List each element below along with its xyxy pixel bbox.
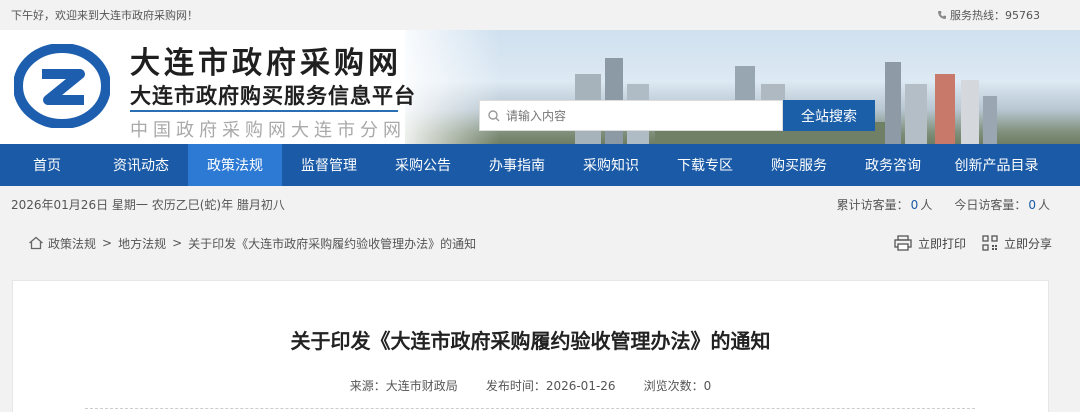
nav-item-guide[interactable]: 办事指南 (470, 144, 564, 186)
breadcrumb-item-policy[interactable]: 政策法规 (48, 235, 96, 252)
home-icon[interactable] (28, 236, 44, 250)
site-header: 大连市政府采购网 大连市政府购买服务信息平台 中国政府采购网大连市分网 全站搜索 (0, 30, 1080, 144)
site-subtitle: 大连市政府购买服务信息平台 (130, 84, 416, 108)
article-views: 浏览次数：0 (643, 379, 712, 393)
nav-item-supervision[interactable]: 监督管理 (282, 144, 376, 186)
hotline-text: 服务热线：95763 (950, 9, 1040, 22)
search-box (479, 100, 783, 131)
nav-item-policy[interactable]: 政策法规 (188, 144, 282, 186)
site-tagline: 中国政府采购网大连市分网 (130, 120, 406, 141)
share-button[interactable]: 立即分享 (982, 235, 1052, 252)
article-title: 关于印发《大连市政府采购履约验收管理办法》的通知 (290, 329, 771, 353)
search-input[interactable] (506, 108, 766, 123)
article-panel: 关于印发《大连市政府采购履约验收管理办法》的通知 来源：大连市财政局 发布时间：… (12, 280, 1049, 412)
print-button[interactable]: 立即打印 (894, 235, 966, 252)
nav-item-home[interactable]: 首页 (0, 144, 94, 186)
breadcrumb-bar: 政策法规 > 地方法规 > 关于印发《大连市政府采购履约验收管理办法》的通知 立… (28, 222, 1052, 264)
today-visitors: 今日访客量： 0 人 (954, 197, 1050, 212)
breadcrumb-item-local[interactable]: 地方法规 (118, 235, 166, 252)
nav-item-announcements[interactable]: 采购公告 (376, 144, 470, 186)
search-button[interactable]: 全站搜索 (783, 100, 875, 131)
article-meta: 来源：大连市财政局 发布时间：2026-01-26 浏览次数：0 (13, 377, 1048, 394)
nav-item-consult[interactable]: 政务咨询 (846, 144, 940, 186)
nav-item-downloads[interactable]: 下载专区 (658, 144, 752, 186)
breadcrumb-item-current: 关于印发《大连市政府采购履约验收管理办法》的通知 (188, 236, 477, 251)
greeting-text: 下午好，欢迎来到大连市政府采购网！ (11, 9, 198, 22)
current-date: 2026年01月26日 星期一 农历乙巳(蛇)年 腊月初八 (11, 197, 285, 212)
article-date: 发布时间：2026-01-26 (485, 379, 616, 393)
top-bar: 下午好，欢迎来到大连市政府采购网！ 服务热线：95763 (0, 0, 1080, 30)
main-nav: 首页 资讯动态 政策法规 监督管理 采购公告 办事指南 采购知识 下载专区 购买… (0, 144, 1080, 186)
nav-item-services[interactable]: 购买服务 (752, 144, 846, 186)
nav-item-knowledge[interactable]: 采购知识 (564, 144, 658, 186)
nav-item-innovation[interactable]: 创新产品目录 (940, 144, 1053, 186)
meta-divider (85, 408, 975, 409)
date-bar: 2026年01月26日 星期一 农历乙巳(蛇)年 腊月初八 累计访客量： 0 人 今… (0, 186, 1080, 222)
qrcode-icon (982, 235, 998, 251)
breadcrumb: 政策法规 > 地方法规 > 关于印发《大连市政府采购履约验收管理办法》的通知 (28, 235, 476, 252)
total-visitors: 累计访客量： 0 人 (836, 197, 933, 212)
phone-icon (938, 11, 946, 19)
site-logo (14, 44, 110, 128)
article-source: 来源：大连市财政局 (349, 379, 458, 393)
search-icon (488, 109, 500, 121)
hotline: 服务热线：95763 (937, 7, 1068, 23)
nav-item-news[interactable]: 资讯动态 (94, 144, 188, 186)
printer-icon (894, 235, 912, 251)
site-title: 大连市政府采购网 (130, 46, 402, 81)
